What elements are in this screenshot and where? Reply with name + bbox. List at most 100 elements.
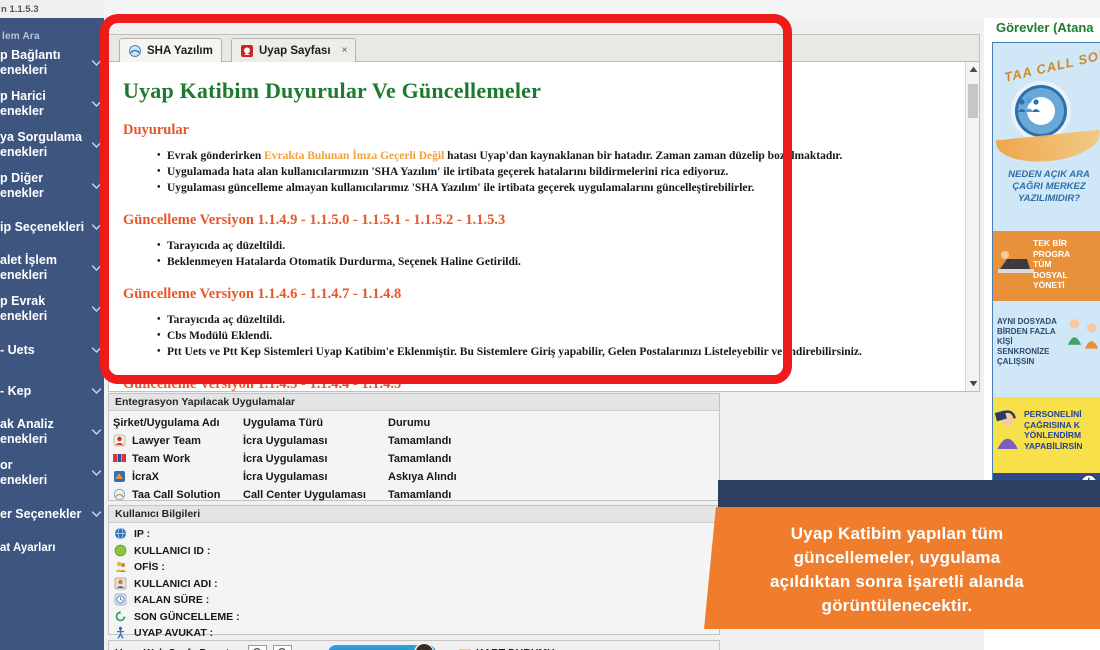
cell-app-type: Call Center Uygulaması [243, 489, 366, 501]
sidebar-item-label: p Evrak enekleri [0, 294, 48, 323]
chevron-down-icon[interactable] [91, 345, 102, 356]
tab-label: SHA Yazılım [147, 44, 213, 57]
sidebar-item-6[interactable]: p Evrak enekleri [0, 294, 104, 324]
ad-call-routing[interactable]: PERSONELİNİ ÇAĞRISINA K YÖNLENDİRM YAPAB… [993, 397, 1100, 473]
sidebar-item-8[interactable]: - Kep [0, 376, 104, 406]
sidebar-item-12[interactable]: at Ayarları [0, 540, 104, 556]
zoom-in-icon[interactable] [273, 644, 292, 650]
sidebar-item-label: at Ayarları [0, 541, 56, 554]
team-work-icon [113, 452, 127, 466]
chevron-down-icon[interactable] [91, 263, 102, 274]
chevron-down-icon[interactable] [91, 222, 102, 233]
sidebar-search-input[interactable]: lem Ara [0, 26, 104, 46]
chevron-down-icon[interactable] [91, 58, 102, 69]
table-header-row: Şirket/Uygulama Adı Uygulama Türü Durumu [113, 414, 719, 432]
ad-single-program[interactable]: TEK BİR PROGRA TÜM DOSYAL YÖNETİ [993, 231, 1100, 301]
section-heading: Güncelleme Versiyon 1.1.4.9 - 1.1.5.0 - … [123, 212, 506, 228]
lawyer-team-icon [113, 434, 127, 448]
section-list: Tarayıcıda aç düzeltildi. Beklenmeyen Hat… [157, 238, 951, 270]
sidebar-item-7[interactable]: - Uets [0, 335, 104, 365]
sidebar-item-4[interactable]: ip Seçenekleri [0, 212, 104, 242]
sidebar-item-5[interactable]: alet İşlem enekleri [0, 253, 104, 283]
ad-swoosh-decor [995, 129, 1100, 167]
status-bar: Uyap Web Sayfa Boyutu : CANLI DESTEK KAR… [108, 640, 720, 650]
sidebar-item-2[interactable]: ya Sorgulama enekleri [0, 130, 104, 160]
list-item: Tarayıcıda aç düzeltildi. [157, 238, 951, 254]
chevron-down-icon[interactable] [91, 304, 102, 315]
sidebar-item-label: alet İşlem enekleri [0, 253, 57, 282]
sidebar-item-9[interactable]: ak Analiz enekleri [0, 417, 104, 447]
ad-text: TEK BİR PROGRA TÜM DOSYAL YÖNETİ [1033, 238, 1071, 290]
section-list: Evrak gönderirken Evrakta Bulunan İmza G… [157, 148, 951, 196]
chevron-down-icon[interactable] [91, 427, 102, 438]
support-agent-avatar [414, 643, 434, 650]
ad-caption: NEDEN AÇIK ARA ÇAĞRI MERKEZ YAZILIMIDIR? [1008, 169, 1090, 204]
cell-app-type: İcra Uygulaması [243, 435, 328, 447]
sidebar-item-11[interactable]: er Seçenekler [0, 499, 104, 529]
user-info-row: OFİS : [114, 559, 719, 576]
user-info-label: UYAP AVUKAT : [134, 627, 214, 640]
ad-taa-call-solution[interactable]: TAA CALL SOLU NEDEN AÇIK ARA ÇAĞRI MERKE… [993, 43, 1100, 231]
document-sections: Duyurular Evrak gönderirken Evrakta Bulun… [123, 122, 951, 391]
office-icon [114, 560, 128, 574]
chevron-down-icon[interactable] [91, 509, 102, 520]
table-row[interactable]: Team Work İcra Uygulaması Tamamlandı [113, 450, 719, 468]
chevron-down-icon[interactable] [91, 386, 102, 397]
list-item-text: Uygulamada hata alan kullanıcılarımızın … [167, 166, 729, 178]
cell-status: Tamamlandı [388, 489, 452, 501]
sidebar-item-3[interactable]: p Diğer enekler [0, 171, 104, 201]
chevron-down-icon[interactable] [91, 99, 102, 110]
sidebar-item-label: ya Sorgulama enekleri [0, 130, 82, 159]
ad-text: PERSONELİNİ ÇAĞRISINA K YÖNLENDİRM YAPAB… [1024, 409, 1083, 451]
headset-person-icon [994, 410, 1018, 449]
list-item: Tarayıcıda aç düzeltildi. [157, 312, 951, 328]
clock-icon [114, 593, 128, 607]
integration-rows: Lawyer Team İcra Uygulaması Tamamlandı Team… [113, 432, 719, 504]
list-item-text: Cbs Modülü Eklendi. [167, 330, 273, 342]
user-info-label: KULLANICI ID : [134, 544, 211, 557]
chevron-down-icon[interactable] [91, 468, 102, 479]
window-version-label: n 1.1.5.3 [0, 0, 104, 18]
tab-uyap-sayfasi[interactable]: Uyap Sayfası × [231, 38, 357, 62]
sidebar-item-10[interactable]: or enekleri [0, 458, 104, 488]
ad-payment-reminder[interactable]: ÖDEME SÖZÜ TARİHİ ATAYIN ÇAĞRI KATİBİM H… [993, 473, 1100, 524]
table-row[interactable]: İcraX İcra Uygulaması Askıya Alındı [113, 468, 719, 486]
sidebar-item-label: ip Seçenekleri [0, 219, 85, 234]
table-row[interactable]: Lawyer Team İcra Uygulaması Tamamlandı [113, 432, 719, 450]
ad-sync-work[interactable]: AYNI DOSYADA BİRDEN FAZLA KİŞİ SENKRONİZ… [993, 301, 1100, 397]
col-header-name: Şirket/Uygulama Adı [113, 417, 220, 429]
chevron-down-icon[interactable] [91, 181, 102, 192]
page-title: Uyap Katibim Duyurular Ve Güncellemeler [123, 78, 542, 103]
chevron-down-icon[interactable] [91, 140, 102, 151]
advertisement-frame[interactable]: TAA CALL SOLU NEDEN AÇIK ARA ÇAĞRI MERKE… [992, 42, 1100, 525]
app-name-label: İcraX [132, 471, 159, 483]
user-icon [114, 577, 128, 591]
close-icon[interactable]: × [342, 45, 348, 56]
zoom-out-icon[interactable] [248, 644, 267, 650]
user-info-label: KULLANICI ADI : [134, 577, 218, 590]
col-header-type: Uygulama Türü [243, 417, 324, 429]
sidebar-item-0[interactable]: p Bağlantı enekleri [0, 48, 104, 78]
scrollbar-thumb[interactable] [968, 84, 978, 118]
cell-app-name: İcraX [113, 470, 243, 484]
user-info-label: SON GÜNCELLEME : [134, 610, 240, 623]
list-item: Ptt Uets ve Ptt Kep Sistemleri Uyap Kati… [157, 344, 951, 360]
sidebar-item-label: p Bağlantı enekleri [0, 48, 61, 77]
document-scrollbar[interactable] [965, 62, 979, 391]
scroll-up-icon[interactable] [966, 62, 980, 77]
uyap-logo-icon [240, 44, 254, 58]
live-support-button[interactable]: CANLI DESTEK [328, 643, 436, 650]
user-info-row: IP : [114, 526, 719, 543]
cell-app-type: İcra Uygulaması [243, 453, 328, 465]
icrax-icon [113, 470, 127, 484]
sidebar-item-1[interactable]: p Harici enekler [0, 89, 104, 119]
main-work-area: SHA Yazılım Uyap Sayfası × Uyap Katibim … [104, 18, 1086, 650]
table-row[interactable]: Taa Call Solution Call Center Uygulaması T… [113, 486, 719, 504]
browser-tabstrip: SHA Yazılım Uyap Sayfası × [109, 35, 979, 62]
tab-sha-yazilim[interactable]: SHA Yazılım [119, 38, 222, 62]
laptop-icon [998, 251, 1034, 273]
user-info-label: IP : [134, 528, 151, 541]
scroll-down-icon[interactable] [966, 376, 980, 391]
app-name-label: Lawyer Team [132, 435, 201, 447]
user-info-row: KULLANICI ID : [114, 543, 719, 560]
